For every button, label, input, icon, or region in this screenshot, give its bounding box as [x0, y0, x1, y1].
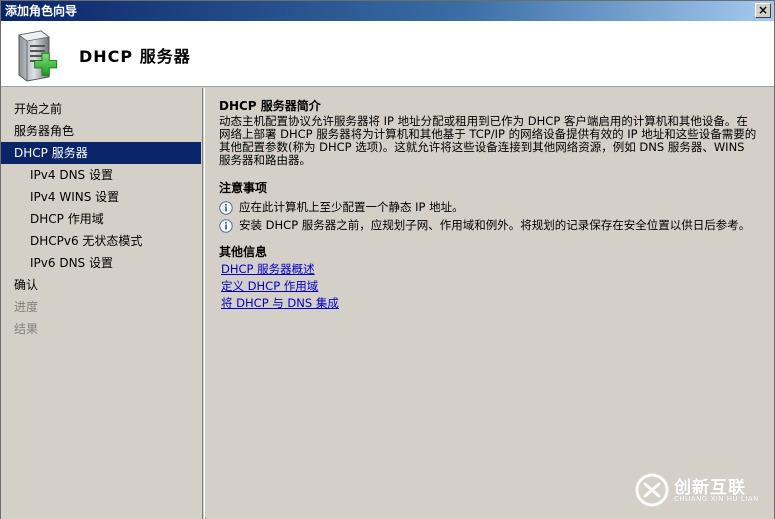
note-item: 应在此计算机上至少配置一个静态 IP 地址。	[219, 200, 759, 215]
sidebar-item-ipv4-dns[interactable]: IPv4 DNS 设置	[1, 164, 204, 186]
sidebar-item-dhcpv6-stateless[interactable]: DHCPv6 无状态模式	[1, 230, 204, 252]
watermark-subtext: CHUANG XIN HU LIAN	[674, 495, 759, 503]
watermark-logo: 创新互联 CHUANG XIN HU LIAN	[634, 470, 766, 510]
sidebar-item-before-you-begin[interactable]: 开始之前	[1, 98, 204, 120]
title-bar[interactable]: 添加角色向导 ×	[1, 1, 774, 21]
sidebar-item-ipv4-wins[interactable]: IPv4 WINS 设置	[1, 186, 204, 208]
close-icon: ×	[757, 3, 769, 17]
sidebar-item-results: 结果	[14, 322, 39, 336]
note-item: 安装 DHCP 服务器之前，应规划子网、作用域和例外。将规划的记录保存在安全位置…	[219, 218, 759, 233]
window-title: 添加角色向导	[5, 4, 78, 18]
sidebar-item-server-roles[interactable]: 服务器角色	[1, 120, 204, 142]
info-icon	[219, 219, 233, 233]
intro-text: 动态主机配置协议允许服务器将 IP 地址分配或租用到已作为 DHCP 客户端启用…	[219, 114, 757, 167]
watermark-x-icon	[635, 473, 669, 507]
sidebar-item-progress: 进度	[14, 300, 39, 314]
content-pane: DHCP 服务器简介 动态主机配置协议允许服务器将 IP 地址分配或租用到已作为…	[206, 88, 774, 519]
server-add-icon	[18, 30, 58, 82]
info-icon	[219, 201, 233, 215]
close-button[interactable]: ×	[755, 3, 771, 18]
link-define-dhcp-scopes[interactable]: 定义 DHCP 作用域	[221, 278, 762, 294]
link-dhcp-overview[interactable]: DHCP 服务器概述	[221, 261, 762, 277]
wizard-header: DHCP 服务器	[1, 21, 774, 87]
sidebar-item-dhcp-scopes[interactable]: DHCP 作用域	[1, 208, 204, 230]
page-title: DHCP 服务器	[79, 47, 191, 66]
notes-heading: 注意事项	[219, 181, 268, 195]
note-text: 应在此计算机上至少配置一个静态 IP 地址。	[239, 200, 464, 214]
more-info-heading: 其他信息	[219, 245, 268, 259]
intro-heading: DHCP 服务器简介	[219, 99, 321, 113]
note-text: 安装 DHCP 服务器之前，应规划子网、作用域和例外。将规划的记录保存在安全位置…	[239, 218, 751, 232]
sidebar-item-confirmation[interactable]: 确认	[1, 274, 204, 296]
link-integrate-dhcp-dns[interactable]: 将 DHCP 与 DNS 集成	[221, 295, 762, 311]
sidebar-item-ipv6-dns[interactable]: IPv6 DNS 设置	[1, 252, 204, 274]
wizard-window: 添加角色向导 × DHCP 服务器 开始之前 服务器角色 DHCP 服务器 IP…	[0, 0, 775, 519]
wizard-steps-sidebar: 开始之前 服务器角色 DHCP 服务器 IPv4 DNS 设置 IPv4 WIN…	[1, 88, 205, 519]
sidebar-item-dhcp-server[interactable]: DHCP 服务器	[1, 142, 201, 164]
